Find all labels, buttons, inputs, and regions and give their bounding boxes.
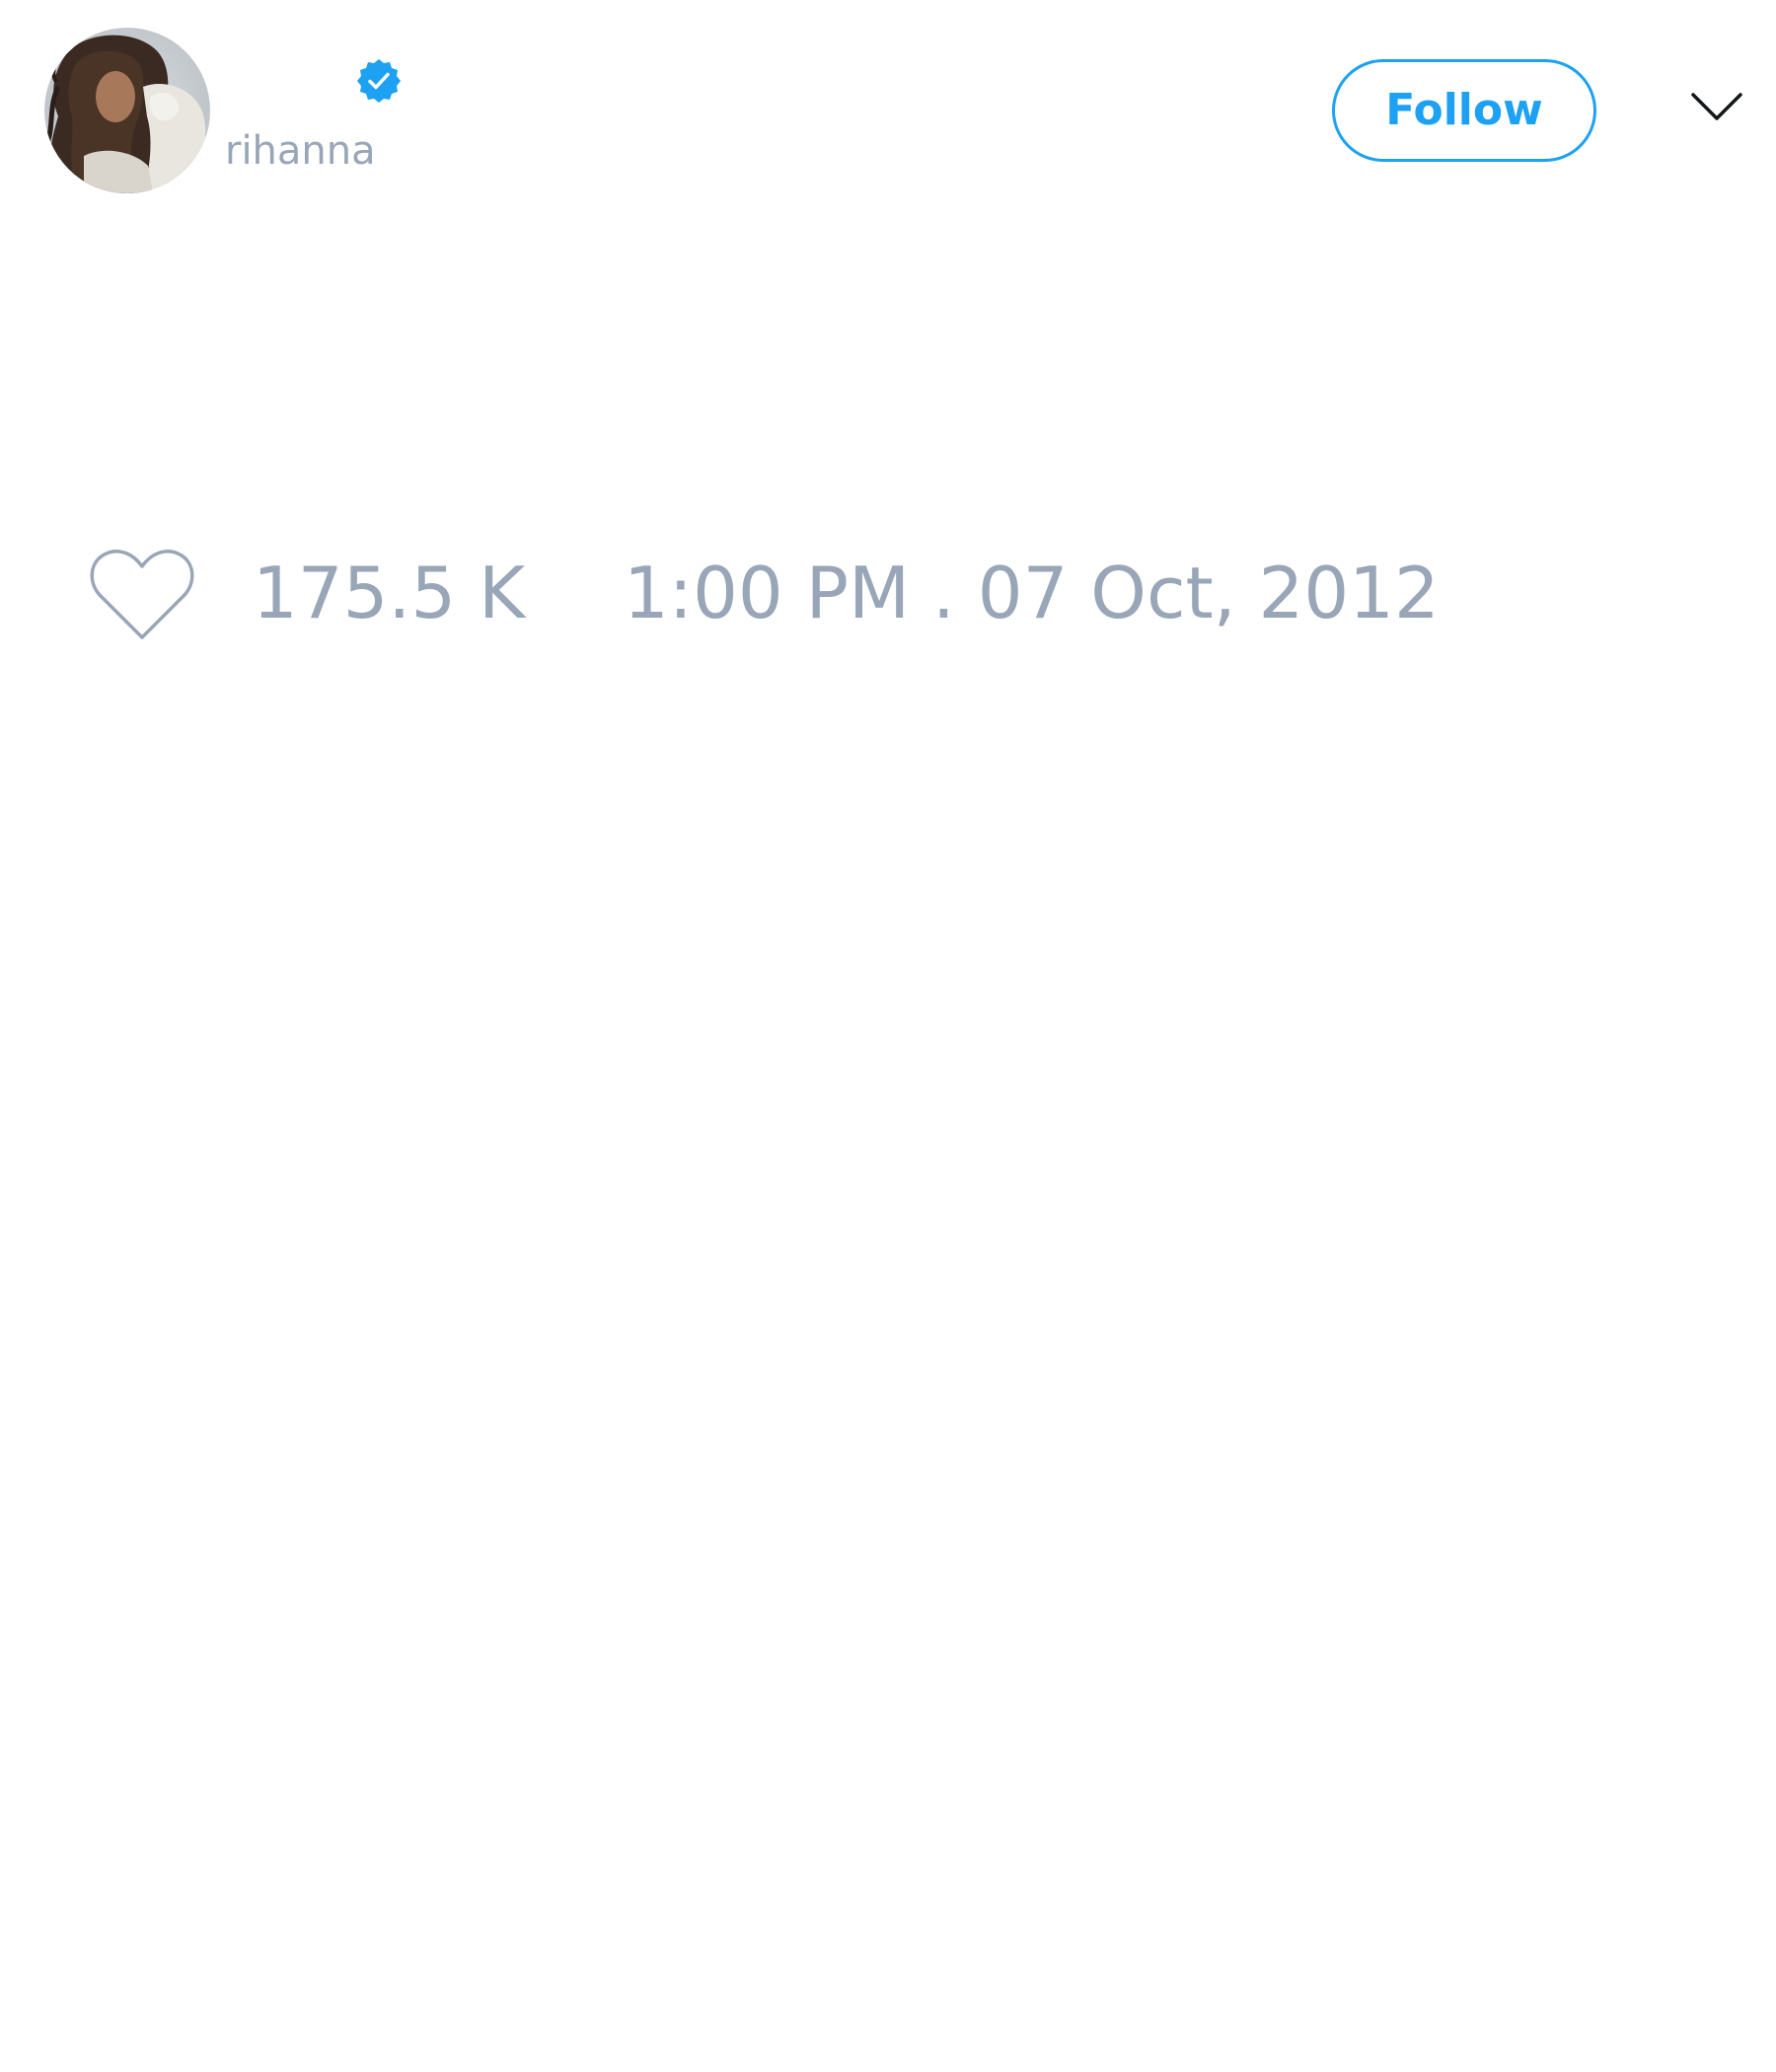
tweet-stats: 175.5 K 1:00 PM . 07 Oct, 2012 <box>0 533 1776 651</box>
tweet-header: rihanna Follow <box>0 0 1776 217</box>
verified-badge-icon <box>355 57 403 105</box>
avatar[interactable] <box>44 28 210 193</box>
username[interactable]: rihanna <box>225 126 376 176</box>
follow-button[interactable]: Follow <box>1332 59 1596 162</box>
tweet-card: rihanna Follow 175.5 K 1:00 PM . 07 Oct,… <box>0 0 1776 2072</box>
heart-outline-icon[interactable] <box>87 547 197 645</box>
like-count: 175.5 K <box>253 552 526 634</box>
tweet-timestamp[interactable]: 1:00 PM . 07 Oct, 2012 <box>624 551 1440 635</box>
chevron-down-icon[interactable] <box>1689 87 1744 126</box>
avatar-photo <box>44 28 210 193</box>
